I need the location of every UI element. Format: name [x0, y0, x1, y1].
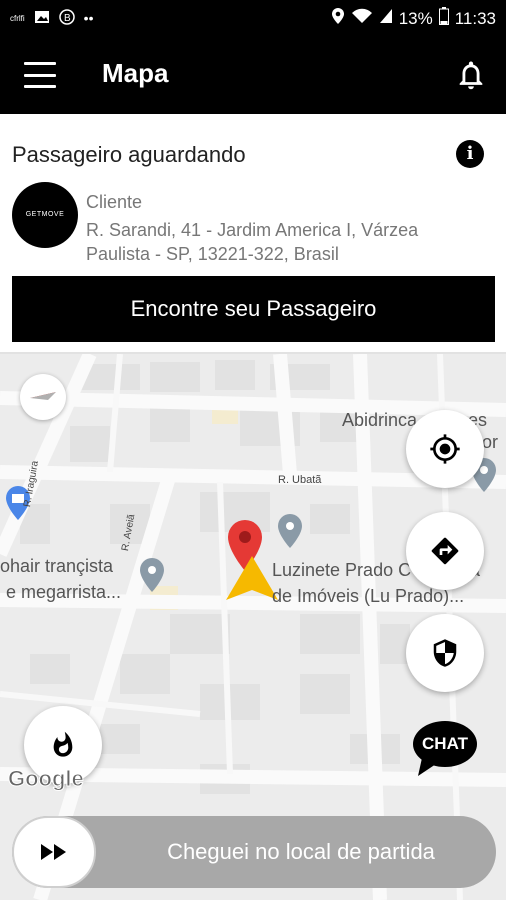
status-bar: cfrlfi B •• 13% 11:33 — [0, 0, 506, 36]
chat-button[interactable]: CHAT — [412, 720, 478, 776]
page-title: Mapa — [102, 58, 169, 88]
image-icon — [34, 10, 50, 26]
map-place-label: Luzinete Prado C — [272, 560, 412, 580]
avatar: GETMOVE — [12, 182, 78, 248]
bell-icon[interactable] — [454, 58, 488, 92]
google-logo: Google — [8, 766, 85, 792]
battery-icon — [438, 7, 449, 30]
map-place-label: Abidrinca — [342, 410, 418, 430]
crosshair-icon — [430, 434, 460, 464]
client-label: Cliente — [86, 192, 143, 212]
wifi-icon — [351, 8, 373, 29]
find-passenger-button[interactable]: Encontre seu Passageiro — [12, 276, 495, 342]
directions-button[interactable] — [406, 512, 484, 590]
security-button[interactable] — [406, 614, 484, 692]
app-bar: Mapa — [0, 36, 506, 114]
passenger-status-title: Passageiro aguardando — [12, 142, 246, 167]
slider-thumb[interactable] — [12, 816, 96, 888]
shield-icon — [433, 639, 457, 667]
info-icon[interactable]: i — [456, 140, 484, 168]
b-icon: B — [58, 9, 75, 27]
slider-label: Cheguei no local de partida — [167, 839, 435, 864]
flame-icon — [53, 731, 73, 757]
map-place-label: e megarrista... — [6, 582, 122, 602]
hamburger-menu-icon[interactable] — [24, 62, 56, 88]
compass-icon[interactable] — [20, 374, 66, 420]
map-place-label: de Imóveis (Lu Prado)... — [272, 586, 465, 606]
more-icon: •• — [83, 10, 94, 26]
directions-icon — [431, 537, 459, 565]
status-left-icons: cfrlfi B •• — [10, 9, 93, 27]
location-icon — [331, 7, 345, 30]
clock: 11:33 — [454, 8, 496, 28]
map-place-label: or — [482, 432, 499, 452]
svg-text:B: B — [64, 13, 71, 24]
map-place-label: ohair trançista — [0, 556, 114, 576]
chat-label: CHAT — [422, 734, 468, 753]
fast-forward-icon — [41, 844, 66, 860]
client-address: R. Sarandi, 41 - Jardim America I, Várze… — [86, 220, 419, 264]
street-label: R. Ubatã — [278, 474, 322, 486]
battery-percent: 13% — [398, 8, 433, 28]
news-icon: cfrlfi — [10, 13, 25, 23]
signal-icon — [379, 8, 393, 29]
passenger-panel: Passageiro aguardando i GETMOVE Cliente … — [0, 114, 506, 354]
status-right: 13% 11:33 — [331, 7, 496, 30]
my-location-button[interactable] — [406, 410, 484, 488]
arrival-slider[interactable]: Cheguei no local de partida — [12, 816, 496, 888]
